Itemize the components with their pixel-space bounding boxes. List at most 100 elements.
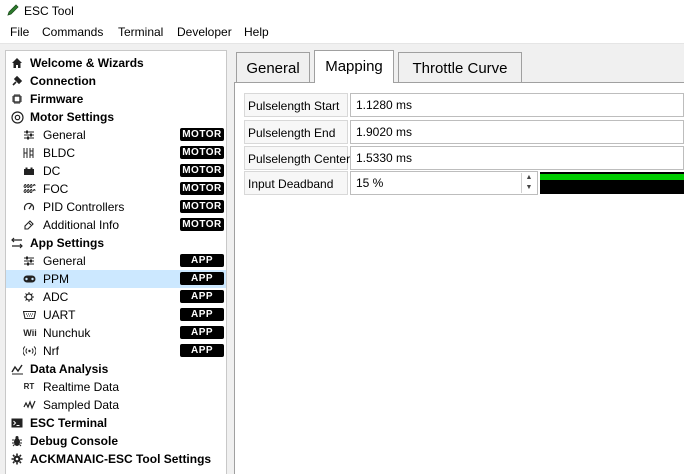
sidebar-item-label: DC bbox=[43, 164, 61, 178]
chart-line-icon bbox=[10, 362, 24, 376]
sidebar-item-label: FOC bbox=[43, 182, 69, 196]
serial-port-icon bbox=[22, 308, 36, 322]
wireless-icon bbox=[22, 344, 36, 358]
sidebar-item-motor-general[interactable]: General MOTOR bbox=[6, 126, 226, 144]
input-deadband-spinbox[interactable]: 15 % ▲ ▼ bbox=[350, 171, 538, 195]
tab-throttle-curve[interactable]: Throttle Curve bbox=[398, 52, 522, 82]
sidebar-item-sampled-data[interactable]: Sampled Data bbox=[6, 396, 226, 414]
sidebar-item-connection[interactable]: Connection bbox=[6, 72, 226, 90]
sidebar-item-foc[interactable]: FOC MOTOR bbox=[6, 180, 226, 198]
sidebar-item-pid-controllers[interactable]: PID Controllers MOTOR bbox=[6, 198, 226, 216]
menu-help[interactable]: Help bbox=[244, 25, 269, 39]
app-badge: APP bbox=[180, 344, 224, 357]
param-row-pulselength-start: Pulselength Start 1.1280 ms bbox=[244, 93, 684, 118]
tab-mapping[interactable]: Mapping bbox=[314, 50, 394, 83]
sidebar-item-nunchuk[interactable]: Wii Nunchuk APP bbox=[6, 324, 226, 342]
pulselength-center-input[interactable]: 1.5330 ms bbox=[350, 146, 684, 170]
app-badge: APP bbox=[180, 308, 224, 321]
sidebar-item-label: Debug Console bbox=[30, 434, 119, 448]
menu-file[interactable]: File bbox=[10, 25, 29, 39]
sidebar-item-label: PPM bbox=[43, 272, 70, 286]
battery-icon bbox=[22, 164, 36, 178]
sidebar-item-nrf[interactable]: Nrf APP bbox=[6, 342, 226, 360]
tab-label: General bbox=[246, 60, 300, 77]
bldc-icon bbox=[22, 146, 36, 160]
bug-icon bbox=[10, 434, 24, 448]
sidebar-item-realtime-data[interactable]: RT Realtime Data bbox=[6, 378, 226, 396]
sidebar-item-label: ACKMANAIC-ESC Tool Settings bbox=[30, 452, 212, 466]
app-badge: APP bbox=[180, 326, 224, 339]
sidebar-tree: Welcome & Wizards Connection Firmware Mo… bbox=[5, 50, 227, 474]
home-icon bbox=[10, 56, 24, 70]
sliders-icon bbox=[22, 128, 36, 142]
sidebar-item-label: Welcome & Wizards bbox=[30, 56, 144, 70]
spinbox-value: 15 % bbox=[356, 176, 384, 190]
sidebar-item-data-analysis[interactable]: Data Analysis bbox=[6, 360, 226, 378]
sidebar-item-firmware[interactable]: Firmware bbox=[6, 90, 226, 108]
param-label: Pulselength Start bbox=[244, 93, 348, 117]
gauge-icon bbox=[22, 200, 36, 214]
sidebar-item-label: Firmware bbox=[30, 92, 84, 106]
title-bar: ESC Tool bbox=[0, 0, 684, 22]
sidebar-item-label: Data Analysis bbox=[30, 362, 109, 376]
sidebar-item-uart[interactable]: UART APP bbox=[6, 306, 226, 324]
sidebar-item-label: PID Controllers bbox=[43, 200, 125, 214]
spin-down-icon[interactable]: ▼ bbox=[522, 183, 536, 193]
sliders-icon bbox=[22, 254, 36, 268]
tab-general[interactable]: General bbox=[236, 52, 310, 82]
menu-developer[interactable]: Developer bbox=[177, 25, 232, 39]
param-row-input-deadband: Input Deadband 15 % ▲ ▼ bbox=[244, 171, 684, 196]
sidebar-item-label: Realtime Data bbox=[43, 380, 120, 394]
realtime-icon: RT bbox=[23, 382, 35, 391]
window-title: ESC Tool bbox=[24, 4, 74, 18]
wii-icon: Wii bbox=[23, 328, 37, 338]
wave-icon bbox=[22, 398, 36, 412]
coil-icon bbox=[22, 182, 36, 196]
sidebar-item-label: Sampled Data bbox=[43, 398, 120, 412]
pen-icon bbox=[7, 4, 19, 16]
tab-label: Mapping bbox=[325, 58, 383, 75]
spin-up-icon[interactable]: ▲ bbox=[522, 173, 536, 183]
menu-terminal[interactable]: Terminal bbox=[118, 25, 163, 39]
motor-badge: MOTOR bbox=[180, 164, 224, 177]
motor-badge: MOTOR bbox=[180, 218, 224, 231]
pulselength-end-input[interactable]: 1.9020 ms bbox=[350, 120, 684, 144]
gear-icon bbox=[10, 452, 24, 466]
sidebar-item-motor-settings[interactable]: Motor Settings bbox=[6, 108, 226, 126]
plug-icon bbox=[10, 74, 24, 88]
sidebar-item-adc[interactable]: ADC APP bbox=[6, 288, 226, 306]
motor-badge: MOTOR bbox=[180, 146, 224, 159]
deadband-bar-fill bbox=[540, 174, 684, 180]
sidebar-item-label: General bbox=[43, 254, 86, 268]
motor-badge: MOTOR bbox=[180, 200, 224, 213]
sidebar-item-app-general[interactable]: General APP bbox=[6, 252, 226, 270]
sidebar-item-esc-terminal[interactable]: ESC Terminal bbox=[6, 414, 226, 432]
sidebar-item-ppm[interactable]: PPM APP bbox=[6, 270, 226, 288]
sidebar-item-tool-settings[interactable]: ACKMANAIC-ESC Tool Settings bbox=[6, 450, 226, 468]
sidebar-item-dc[interactable]: DC MOTOR bbox=[6, 162, 226, 180]
app-badge: APP bbox=[180, 290, 224, 303]
sidebar-item-label: UART bbox=[43, 308, 76, 322]
sidebar-item-label: App Settings bbox=[30, 236, 104, 250]
sidebar-item-additional-info[interactable]: Additional Info MOTOR bbox=[6, 216, 226, 234]
info-icon bbox=[22, 218, 36, 232]
motor-badge: MOTOR bbox=[180, 182, 224, 195]
sidebar-item-label: Nunchuk bbox=[43, 326, 91, 340]
sidebar-item-app-settings[interactable]: App Settings bbox=[6, 234, 226, 252]
sidebar-item-debug-console[interactable]: Debug Console bbox=[6, 432, 226, 450]
input-deadband-bar bbox=[540, 172, 684, 194]
param-label: Pulselength Center bbox=[244, 146, 350, 170]
sidebar-item-label: ESC Terminal bbox=[30, 416, 108, 430]
menu-bar: File Commands Terminal Developer Help bbox=[0, 22, 684, 44]
sidebar-item-bldc[interactable]: BLDC MOTOR bbox=[6, 144, 226, 162]
sidebar-item-welcome[interactable]: Welcome & Wizards bbox=[6, 54, 226, 72]
spinbox-arrows[interactable]: ▲ ▼ bbox=[521, 173, 536, 193]
sliders-icon bbox=[10, 236, 24, 250]
sidebar-item-label: General bbox=[43, 128, 86, 142]
motor-icon bbox=[10, 110, 24, 124]
pulselength-start-input[interactable]: 1.1280 ms bbox=[350, 93, 684, 117]
sidebar-item-label: BLDC bbox=[43, 146, 76, 160]
param-label: Input Deadband bbox=[244, 171, 348, 195]
menu-commands[interactable]: Commands bbox=[42, 25, 103, 39]
param-row-pulselength-end: Pulselength End 1.9020 ms bbox=[244, 120, 684, 145]
